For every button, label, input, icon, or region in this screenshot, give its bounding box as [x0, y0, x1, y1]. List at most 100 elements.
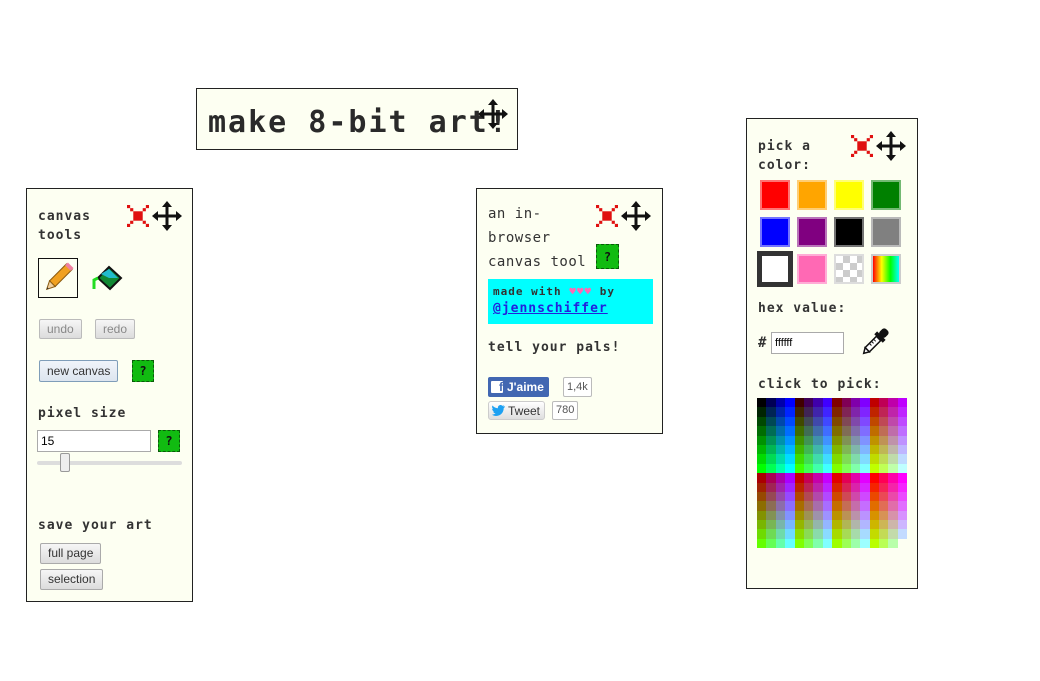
redo-button[interactable]: redo: [95, 319, 136, 339]
palette-cell[interactable]: [832, 426, 842, 436]
palette-cell[interactable]: [813, 473, 823, 483]
swatch-black[interactable]: [834, 217, 864, 247]
palette-cell[interactable]: [803, 398, 814, 408]
palette-cell[interactable]: [766, 473, 776, 483]
palette-cell[interactable]: [879, 510, 889, 521]
palette-cell[interactable]: [850, 491, 861, 502]
palette-cell[interactable]: [879, 416, 889, 427]
palette-cell[interactable]: [897, 520, 908, 530]
selection-button[interactable]: selection: [40, 569, 104, 590]
palette-cell[interactable]: [888, 529, 898, 539]
palette-cell[interactable]: [841, 510, 851, 521]
palette-cell[interactable]: [757, 510, 767, 521]
title-banner[interactable]: make 8-bit art!: [196, 88, 518, 150]
swatch-gray[interactable]: [871, 217, 901, 247]
close-icon[interactable]: [127, 205, 149, 227]
palette-cell[interactable]: [813, 454, 823, 464]
pencil-tool[interactable]: [38, 258, 78, 298]
palette-cell[interactable]: [841, 416, 851, 427]
pixel-size-slider-handle[interactable]: [60, 453, 70, 472]
palette-cell[interactable]: [888, 444, 898, 455]
palette-cell[interactable]: [803, 529, 814, 539]
palette-cell[interactable]: [850, 407, 861, 417]
palette-cell[interactable]: [869, 463, 880, 474]
palette-cell[interactable]: [841, 473, 851, 483]
palette-cell[interactable]: [775, 407, 786, 417]
palette-cell[interactable]: [869, 473, 880, 483]
facebook-like-button[interactable]: f J'aime: [488, 377, 549, 397]
palette-cell[interactable]: [794, 529, 804, 539]
palette-cell[interactable]: [832, 510, 842, 521]
palette-cell[interactable]: [841, 435, 851, 445]
palette-cell[interactable]: [897, 454, 908, 464]
palette-cell[interactable]: [897, 444, 908, 455]
palette-cell[interactable]: [832, 473, 842, 483]
palette-cell[interactable]: [757, 520, 767, 530]
eyedropper-icon[interactable]: [858, 325, 892, 363]
palette-cell[interactable]: [832, 529, 842, 539]
palette-cell[interactable]: [869, 444, 880, 455]
palette-cell[interactable]: [822, 398, 833, 408]
palette-cell[interactable]: [794, 426, 804, 436]
palette-cell[interactable]: [850, 510, 861, 521]
move-icon[interactable]: [478, 99, 508, 129]
palette-cell[interactable]: [860, 444, 870, 455]
palette-cell[interactable]: [832, 491, 842, 502]
palette-cell[interactable]: [775, 491, 786, 502]
palette-cell[interactable]: [832, 435, 842, 445]
palette-cell[interactable]: [766, 463, 776, 474]
palette-cell[interactable]: [785, 463, 795, 474]
palette-cell[interactable]: [766, 416, 776, 427]
palette-cell[interactable]: [794, 463, 804, 474]
palette-cell[interactable]: [813, 501, 823, 511]
palette-cell[interactable]: [766, 491, 776, 502]
palette-cell[interactable]: [897, 398, 908, 408]
palette-cell[interactable]: [757, 416, 767, 427]
palette-cell[interactable]: [869, 426, 880, 436]
palette-cell[interactable]: [757, 473, 767, 483]
palette-cell[interactable]: [785, 444, 795, 455]
palette-cell[interactable]: [841, 444, 851, 455]
palette-cell[interactable]: [757, 501, 767, 511]
palette-cell[interactable]: [803, 520, 814, 530]
palette-cell[interactable]: [757, 435, 767, 445]
palette-cell[interactable]: [794, 398, 804, 408]
palette-cell[interactable]: [879, 444, 889, 455]
palette-cell[interactable]: [888, 538, 898, 549]
swatch-white[interactable]: [757, 251, 793, 287]
palette-cell[interactable]: [813, 538, 823, 549]
palette-cell[interactable]: [775, 398, 786, 408]
palette-cell[interactable]: [832, 463, 842, 474]
palette-cell[interactable]: [757, 529, 767, 539]
palette-cell[interactable]: [785, 454, 795, 464]
palette-cell[interactable]: [813, 529, 823, 539]
palette-cell[interactable]: [869, 454, 880, 464]
palette-cell[interactable]: [841, 501, 851, 511]
palette-cell[interactable]: [775, 435, 786, 445]
palette-cell[interactable]: [794, 435, 804, 445]
palette-cell[interactable]: [785, 473, 795, 483]
palette-cell[interactable]: [813, 463, 823, 474]
palette-cell[interactable]: [860, 398, 870, 408]
palette-cell[interactable]: [785, 529, 795, 539]
palette-cell[interactable]: [832, 501, 842, 511]
palette-cell[interactable]: [794, 416, 804, 427]
palette-cell[interactable]: [879, 426, 889, 436]
palette-cell[interactable]: [803, 407, 814, 417]
palette-cell[interactable]: [794, 501, 804, 511]
palette-cell[interactable]: [785, 416, 795, 427]
palette-cell[interactable]: [888, 398, 898, 408]
palette-cell[interactable]: [766, 538, 776, 549]
author-link[interactable]: @jennschiffer: [493, 301, 608, 316]
close-icon[interactable]: [851, 135, 873, 157]
palette-cell[interactable]: [803, 416, 814, 427]
palette-cell[interactable]: [813, 491, 823, 502]
palette-cell[interactable]: [766, 407, 776, 417]
palette-cell[interactable]: [832, 454, 842, 464]
swatch-transparent[interactable]: [834, 254, 864, 284]
palette-cell[interactable]: [757, 538, 767, 549]
close-icon[interactable]: [596, 205, 618, 227]
palette-cell[interactable]: [822, 426, 833, 436]
palette-cell[interactable]: [832, 398, 842, 408]
palette-cell[interactable]: [869, 501, 880, 511]
